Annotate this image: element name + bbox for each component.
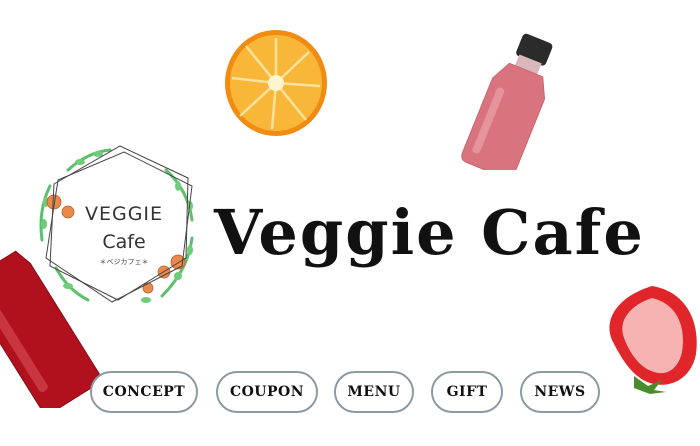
orange-half-image bbox=[225, 30, 327, 136]
pink-juice-bottle-image bbox=[461, 33, 553, 170]
logo-text-veggie: VEGGIE bbox=[84, 203, 164, 225]
nav-gift-button[interactable]: GIFT bbox=[431, 371, 503, 413]
veggie-cafe-logo-image bbox=[39, 145, 194, 303]
logo-text-cafe: Cafe bbox=[102, 231, 146, 253]
nav-coupon-button[interactable]: COUPON bbox=[216, 371, 318, 413]
logo-subtitle: ＊ベジカフェ＊ bbox=[99, 258, 149, 266]
nav-menu-button[interactable]: MENU bbox=[334, 371, 414, 413]
nav-news-button[interactable]: NEWS bbox=[520, 371, 600, 413]
strawberry-half-image bbox=[609, 286, 697, 394]
nav-concept-button[interactable]: CONCEPT bbox=[90, 371, 198, 413]
hero-title: Veggie Cafe bbox=[214, 196, 645, 269]
